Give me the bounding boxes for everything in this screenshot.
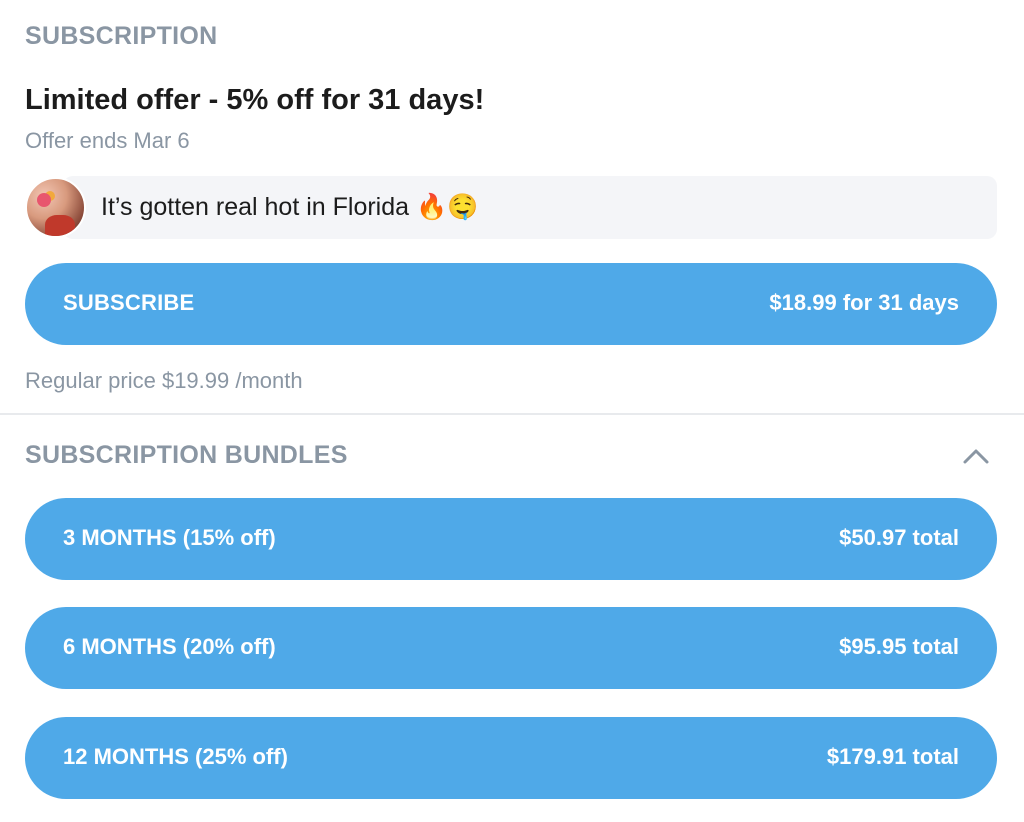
bundles-section-title: SUBSCRIPTION BUNDLES: [25, 441, 348, 469]
bundle-label: 12 MONTHS (25% off): [63, 744, 288, 769]
offer-title: Limited offer - 5% off for 31 days!: [25, 84, 485, 116]
regular-price-text: Regular price $19.99 /month: [25, 368, 303, 393]
bundle-price: $50.97 total: [839, 525, 959, 550]
subscribe-button-price: $18.99 for 31 days: [769, 290, 959, 315]
avatar-dress: [45, 215, 75, 236]
avatar-flower: [37, 193, 51, 207]
message-bubble: It’s gotten real hot in Florida 🔥🤤: [63, 176, 997, 239]
message-text: It’s gotten real hot in Florida 🔥🤤: [101, 193, 479, 221]
bundle-button-12-months[interactable]: 12 MONTHS (25% off) $179.91 total: [25, 717, 997, 799]
offer-ends-text: Offer ends Mar 6: [25, 128, 190, 153]
bundle-button-6-months[interactable]: 6 MONTHS (20% off) $95.95 total: [25, 607, 997, 689]
subscribe-button[interactable]: SUBSCRIBE $18.99 for 31 days: [25, 263, 997, 345]
chevron-up-icon[interactable]: [962, 446, 990, 466]
subscription-section-title: SUBSCRIPTION: [25, 22, 218, 50]
bundle-label: 6 MONTHS (20% off): [63, 634, 276, 659]
section-divider: [0, 413, 1024, 415]
bundle-price: $179.91 total: [826, 744, 959, 769]
bundle-price: $95.95 total: [839, 634, 959, 659]
subscribe-button-label: SUBSCRIBE: [63, 290, 195, 315]
bundle-button-3-months[interactable]: 3 MONTHS (15% off) $50.97 total: [25, 498, 997, 580]
avatar[interactable]: [25, 177, 86, 238]
bundle-label: 3 MONTHS (15% off): [63, 525, 276, 550]
creator-message: It’s gotten real hot in Florida 🔥🤤: [25, 176, 997, 239]
